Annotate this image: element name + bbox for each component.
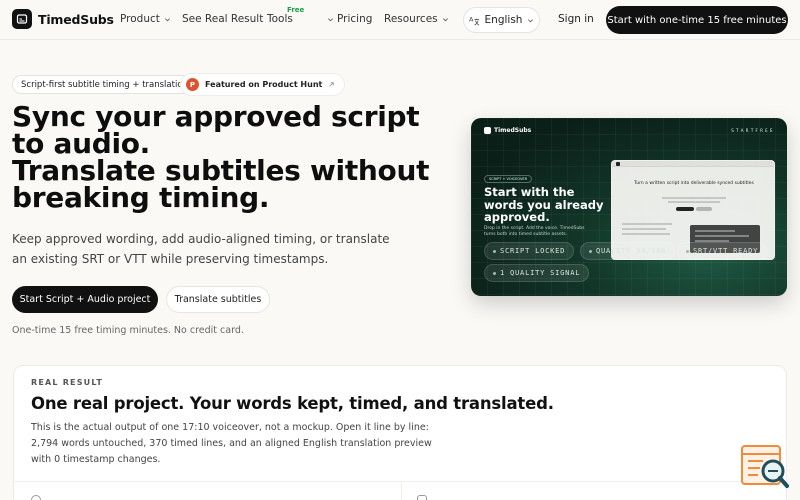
mini-panel-line <box>695 230 735 232</box>
dot-icon <box>686 249 689 253</box>
section-label: REAL RESULT <box>31 378 104 387</box>
arrow-up-right-icon <box>329 82 334 87</box>
pill-srt-vtt-ready: SRT/VTT READY <box>677 242 768 260</box>
real-result-section: REAL RESULT One real project. Your words… <box>13 365 788 500</box>
product-preview-card: TimedSubs S T A R T F R E E SCRIPT + VOI… <box>471 118 787 296</box>
nav-resources[interactable]: Resources <box>384 13 449 25</box>
subtitle-logo-icon <box>484 127 491 134</box>
chevron-down-icon <box>327 17 333 21</box>
product-hunt-label: Featured on Product Hunt <box>205 80 323 89</box>
pill-label: SCRIPT LOCKED <box>500 247 566 255</box>
nav-tools-label: Tools <box>267 13 293 25</box>
nav-product[interactable]: Product <box>120 13 171 25</box>
pill-quality-score: QUALITY 94/100 <box>580 242 676 260</box>
nav-tools[interactable]: Tools <box>267 13 334 25</box>
hero-headline: Sync your approved script to audio. Tran… <box>12 100 432 214</box>
mini-title: Turn a written script into deliverable s… <box>634 181 754 186</box>
pill-label: 1 QUALITY SIGNAL <box>500 269 581 277</box>
brand-name: TimedSubs <box>38 11 114 27</box>
document-icon <box>417 495 427 500</box>
translate-subtitles-button[interactable]: Translate subtitles <box>166 286 270 313</box>
hero-headline-line: Translate subtitles without <box>12 154 430 187</box>
mini-browser-bar <box>612 161 774 167</box>
hero-tagline-chip: Script-first subtitle timing + translati… <box>12 75 197 94</box>
mini-button <box>696 207 712 211</box>
chevron-down-icon <box>528 18 534 22</box>
nav-see-real-result[interactable]: See Real Result <box>182 13 263 25</box>
mini-text-line <box>622 233 670 235</box>
nav-pricing-label: Pricing <box>337 13 373 25</box>
nav-resources-label: Resources <box>384 13 438 25</box>
dot-icon <box>493 249 496 253</box>
pill-label: SRT/VTT READY <box>693 247 759 255</box>
card-top-right-label: S T A R T F R E E <box>731 128 773 133</box>
translate-icon: A <box>469 15 479 25</box>
mini-text-line <box>662 197 726 199</box>
search-document-icon[interactable] <box>741 444 791 490</box>
hero-headline-line: to audio. <box>12 127 151 160</box>
section-body: This is the actual output of one 17:10 v… <box>31 422 432 465</box>
circle-icon <box>31 495 41 500</box>
subtitle-logo-icon <box>12 9 32 29</box>
dot-icon <box>589 249 592 253</box>
pill-label: QUALITY 94/100 <box>596 247 667 255</box>
divider <box>401 481 402 500</box>
nav-pricing[interactable]: Pricing <box>337 13 372 25</box>
card-brand-name: TimedSubs <box>494 127 532 134</box>
nav-product-label: Product <box>120 13 160 25</box>
card-headline: Start with the words you already approve… <box>484 185 604 224</box>
sign-in-link[interactable]: Sign in <box>558 13 594 25</box>
pill-script-locked: SCRIPT LOCKED <box>484 242 575 260</box>
product-hunt-badge[interactable]: P Featured on Product Hunt <box>180 73 346 96</box>
start-free-button[interactable]: Start with one-time 15 free minutes <box>606 6 788 34</box>
top-navigation: TimedSubs Product See Real Result Free T… <box>0 0 800 40</box>
brand-logo[interactable]: TimedSubs <box>12 9 114 29</box>
mini-button <box>676 207 694 211</box>
chevron-down-icon <box>164 17 170 21</box>
mini-logo <box>616 162 620 166</box>
card-body: Drop in the script. Add the voice. Timed… <box>484 226 585 237</box>
pill-quality-signal: 1 QUALITY SIGNAL <box>484 264 590 282</box>
mini-text-line <box>668 201 720 203</box>
mini-text-line <box>622 223 672 225</box>
hero-note: One-time 15 free timing minutes. No cred… <box>12 325 244 336</box>
nav-see-real-result-label: See Real Result <box>182 13 264 25</box>
mini-panel-line <box>695 235 749 237</box>
language-selector[interactable]: A English <box>463 7 540 33</box>
hero-headline-line: breaking timing. <box>12 181 270 214</box>
product-hunt-icon: P <box>186 78 199 91</box>
language-label: English <box>484 14 523 26</box>
card-tag: SCRIPT + VOICEOVER <box>484 175 533 183</box>
card-brand: TimedSubs <box>484 127 531 134</box>
hero-subheadline: Keep approved wording, add audio-aligned… <box>12 232 390 266</box>
svg-text:A: A <box>469 15 474 23</box>
dot-icon <box>493 271 496 275</box>
hero-headline-line: Sync your approved script <box>12 100 420 133</box>
chevron-down-icon <box>442 17 448 21</box>
section-headline: One real project. Your words kept, timed… <box>31 394 554 413</box>
mini-text-line <box>622 228 666 230</box>
start-script-audio-button[interactable]: Start Script + Audio project <box>12 286 158 313</box>
